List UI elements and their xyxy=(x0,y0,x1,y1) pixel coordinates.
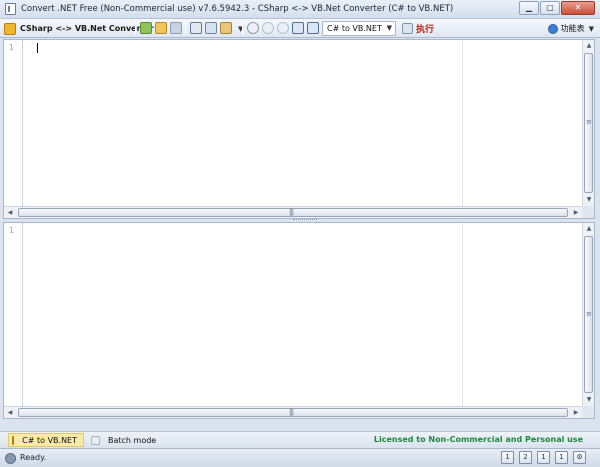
scrollbar-thumb[interactable] xyxy=(584,53,593,193)
scroll-left-icon[interactable]: ◀ xyxy=(5,208,15,218)
margin-guide xyxy=(462,40,463,206)
direction-select-value: C# to VB.NET xyxy=(327,24,382,33)
close-button[interactable]: ✕ xyxy=(561,1,595,15)
scroll-right-icon[interactable]: ▶ xyxy=(571,208,581,218)
settings-icon[interactable]: ⚙ xyxy=(573,451,586,464)
scroll-left-icon[interactable]: ◀ xyxy=(5,408,15,418)
chevron-down-icon: ▼ xyxy=(386,24,392,32)
functions-menu-label: 功能表 xyxy=(560,24,585,33)
vertical-scrollbar[interactable]: ▲ ▼ xyxy=(582,40,594,206)
scroll-up-icon[interactable]: ▲ xyxy=(584,224,594,234)
scrollbar-thumb[interactable] xyxy=(584,236,593,393)
chevron-down-icon: ▼ xyxy=(588,24,594,33)
license-text: Licensed to Non-Commercial and Personal … xyxy=(373,435,583,444)
line-number-gutter: 1 xyxy=(4,40,23,206)
horizontal-scrollbar[interactable]: ◀ ▶ xyxy=(4,206,582,218)
toolbar: CSharp <-> VB.Net Converter ▼ ▼ C# to VB… xyxy=(0,19,600,38)
app-icon xyxy=(5,3,16,15)
status-text: Ready. xyxy=(20,453,47,462)
tab-label: Batch mode xyxy=(108,435,157,445)
title-bar: Convert .NET Free (Non-Commercial use) v… xyxy=(0,0,600,19)
copy-icon[interactable] xyxy=(205,22,217,34)
horizontal-scrollbar[interactable]: ◀ ▶ xyxy=(4,406,582,418)
text-cursor xyxy=(37,43,38,53)
scroll-down-icon[interactable]: ▼ xyxy=(584,195,594,205)
run-label: 执行 xyxy=(416,25,435,35)
clipboard-icon[interactable] xyxy=(140,22,152,34)
scroll-right-icon[interactable]: ▶ xyxy=(571,408,581,418)
scrollbar-corner xyxy=(582,406,594,418)
output-editor[interactable]: 1 ▲ ▼ ◀ ▶ xyxy=(3,222,595,419)
run-icon xyxy=(402,23,413,34)
tab-csharp-to-vbnet[interactable]: C# to VB.NET xyxy=(8,433,84,447)
minimize-button[interactable]: ▁ xyxy=(519,1,539,15)
source-editor[interactable]: 1 ▲ ▼ ◀ ▶ xyxy=(3,39,595,219)
margin-guide xyxy=(462,223,463,406)
line-number-gutter: 1 xyxy=(4,223,23,406)
status-bar: Ready. 1 2 1 1 ⚙ xyxy=(0,448,600,467)
cut-icon[interactable] xyxy=(190,22,202,34)
clear-icon[interactable] xyxy=(247,22,259,34)
run-button[interactable]: 执行 xyxy=(402,21,434,36)
status-button[interactable]: 2 xyxy=(519,451,532,464)
batch-icon xyxy=(91,435,100,445)
status-button[interactable]: 1 xyxy=(537,451,550,464)
direction-select[interactable]: C# to VB.NET ▼ xyxy=(322,21,396,36)
undo-icon[interactable] xyxy=(262,22,274,34)
save-icon[interactable] xyxy=(170,22,182,34)
status-button[interactable]: 1 xyxy=(501,451,514,464)
maximize-button[interactable]: ▢ xyxy=(540,1,560,15)
scrollbar-thumb[interactable] xyxy=(18,208,568,217)
help-icon xyxy=(547,23,558,34)
scroll-up-icon[interactable]: ▲ xyxy=(584,41,594,51)
document-icon xyxy=(12,435,15,445)
status-icon xyxy=(5,453,16,464)
scrollbar-thumb[interactable] xyxy=(18,408,568,417)
converter-menu-label: CSharp <-> VB.Net Converter xyxy=(20,24,154,33)
status-button[interactable]: 1 xyxy=(555,451,568,464)
tab-batch-mode[interactable]: Batch mode xyxy=(88,433,162,447)
converter-icon xyxy=(4,22,16,35)
line-number: 1 xyxy=(9,43,14,52)
tab-label: C# to VB.NET xyxy=(22,435,77,445)
outdent-icon[interactable] xyxy=(307,22,319,34)
toolbar-separator xyxy=(135,22,136,35)
toolbar-separator xyxy=(242,22,243,35)
indent-icon[interactable] xyxy=(292,22,304,34)
window-controls: ▁ ▢ ✕ xyxy=(519,1,595,15)
functions-menu-button[interactable]: 功能表 ▼ xyxy=(547,21,594,36)
open-icon[interactable] xyxy=(155,22,167,34)
line-number: 1 xyxy=(9,226,14,235)
paste-icon[interactable] xyxy=(220,22,232,34)
vertical-scrollbar[interactable]: ▲ ▼ xyxy=(582,223,594,406)
status-buttons: 1 2 1 1 ⚙ xyxy=(501,451,586,464)
toolbar-separator xyxy=(185,22,186,35)
scrollbar-corner xyxy=(582,206,594,218)
redo-icon[interactable] xyxy=(277,22,289,34)
window-title: Convert .NET Free (Non-Commercial use) v… xyxy=(21,4,454,14)
scroll-down-icon[interactable]: ▼ xyxy=(584,395,594,405)
